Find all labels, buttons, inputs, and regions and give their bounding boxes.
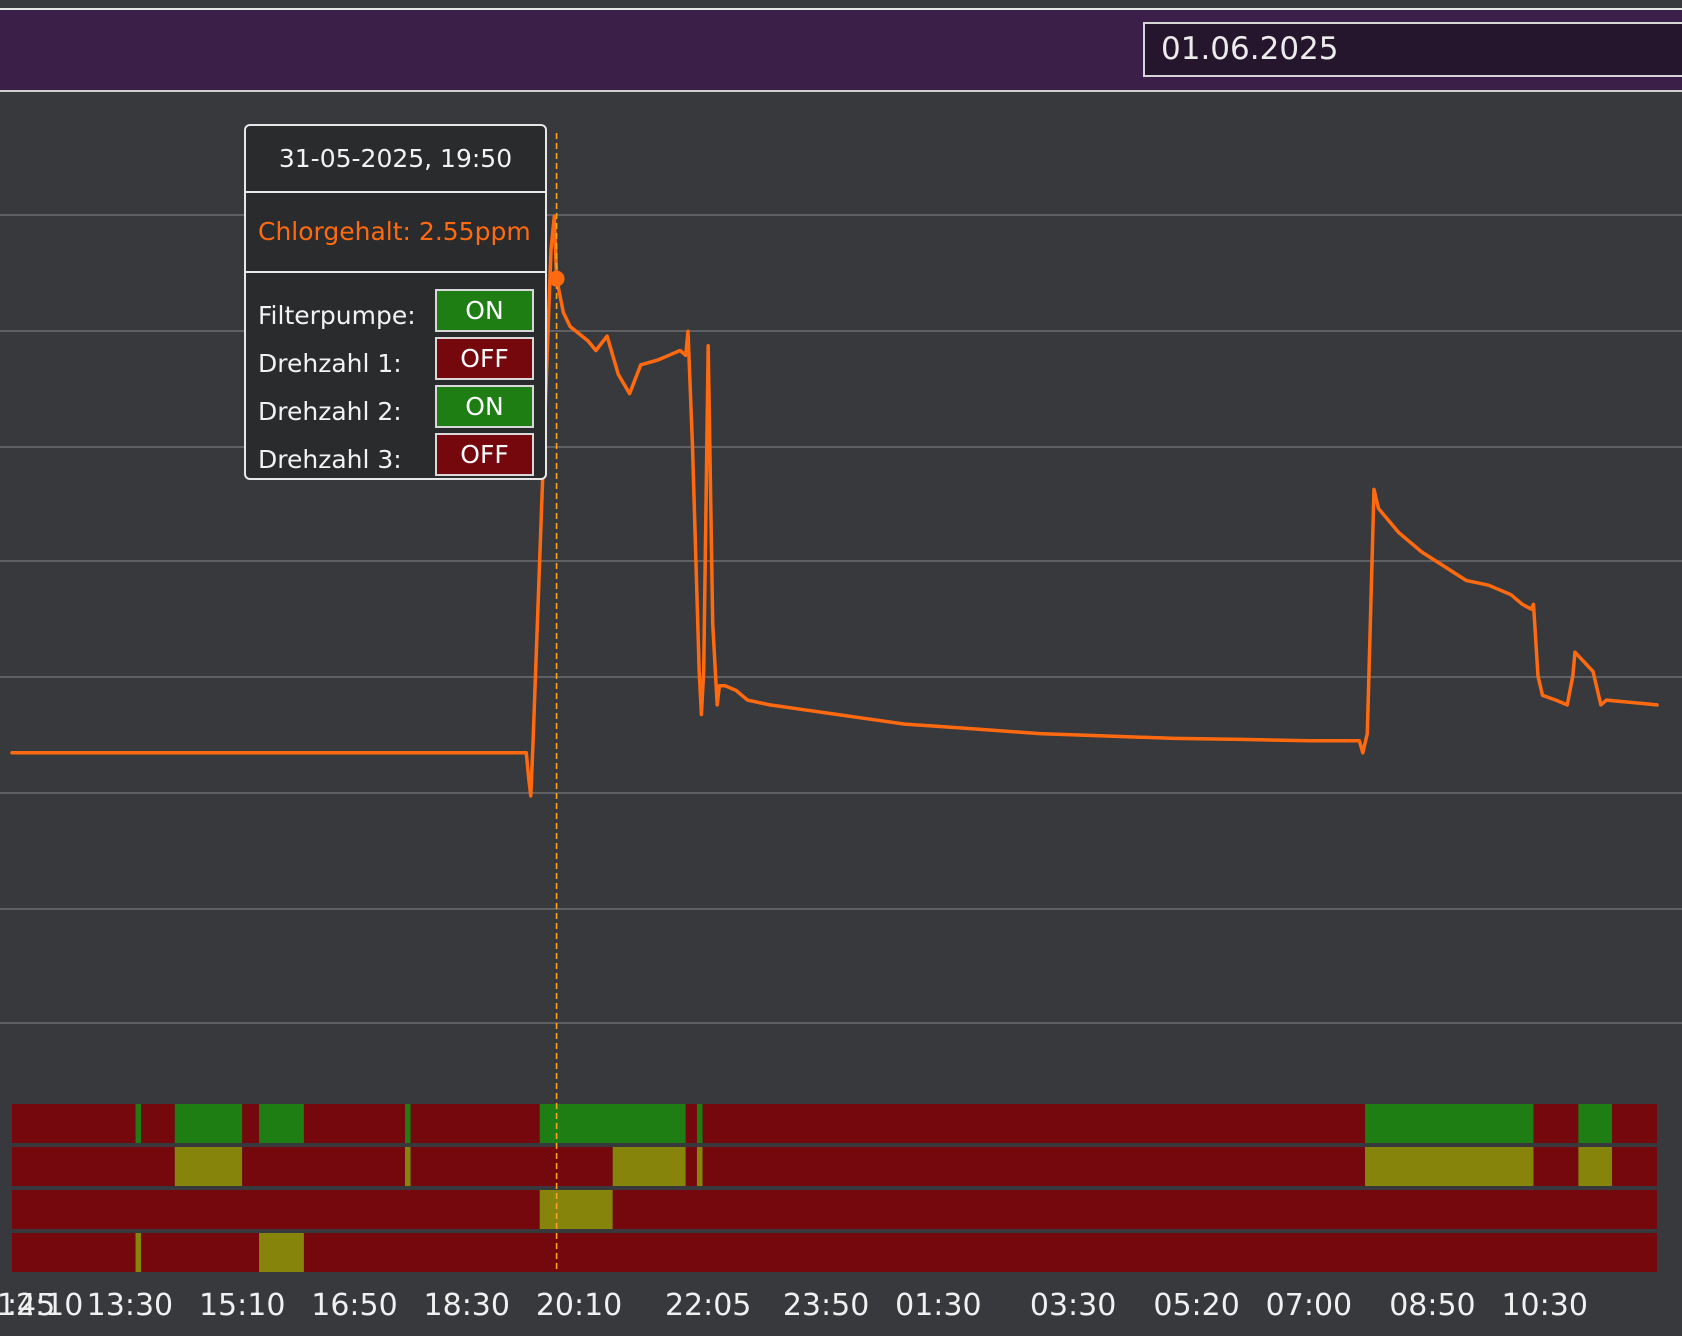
tooltip-row-drehzahl-2: Drehzahl 2: ON xyxy=(246,385,545,433)
band-filterpumpe-segment-9 xyxy=(410,1104,540,1143)
band-drehzahl-1-segment-10 xyxy=(1365,1147,1534,1186)
band-filterpumpe-segment-17 xyxy=(1612,1104,1657,1143)
x-tick-label-7: 22:05 xyxy=(665,1288,751,1323)
band-filterpumpe-segment-10 xyxy=(539,1104,686,1143)
hover-tooltip: 31-05-2025, 19:50 Chlorgehalt: 2.55ppm F… xyxy=(244,124,547,480)
x-tick-label-2: 13:30 xyxy=(87,1288,173,1323)
header-bar: 01.06.2025 xyxy=(0,10,1682,92)
band-filterpumpe-segment-12 xyxy=(696,1104,703,1143)
tooltip-row-drehzahl-1: Drehzahl 1: OFF xyxy=(246,337,545,385)
x-tick-label-4: 16:50 xyxy=(311,1288,397,1323)
tooltip-badge-filterpumpe: ON xyxy=(435,289,534,332)
date-input[interactable]: 01.06.2025 xyxy=(1143,22,1682,77)
band-filterpumpe-segment-4 xyxy=(174,1104,243,1143)
tooltip-badge-drehzahl-1: OFF xyxy=(435,337,534,380)
tooltip-label-filterpumpe: Filterpumpe: xyxy=(258,301,416,330)
band-filterpumpe-segment-7 xyxy=(303,1104,406,1143)
band-filterpumpe-segment-6 xyxy=(259,1104,304,1143)
band-drehzahl-1-segment-1 xyxy=(12,1147,175,1186)
band-drehzahl-1-segment-12 xyxy=(1578,1147,1613,1186)
x-tick-label-10: 03:30 xyxy=(1030,1288,1116,1323)
band-drehzahl-1-segment-9 xyxy=(702,1147,1366,1186)
x-tick-label-9: 01:30 xyxy=(895,1288,981,1323)
tooltip-row-drehzahl-3: Drehzahl 3: OFF xyxy=(246,433,545,478)
band-drehzahl-3-segment-4 xyxy=(259,1233,304,1272)
band-filterpumpe-segment-8 xyxy=(405,1104,411,1143)
x-tick-label-5: 18:30 xyxy=(424,1288,510,1323)
tooltip-label-drehzahl-2: Drehzahl 2: xyxy=(258,397,402,426)
band-filterpumpe-segment-2 xyxy=(135,1104,142,1143)
band-drehzahl-3-segment-1 xyxy=(12,1233,136,1272)
tooltip-value: Chlorgehalt: 2.55ppm xyxy=(246,193,545,273)
band-filterpumpe-segment-14 xyxy=(1365,1104,1534,1143)
band-drehzahl-3-segment-3 xyxy=(141,1233,260,1272)
band-drehzahl-1-segment-2 xyxy=(174,1147,243,1186)
band-drehzahl-1-segment-6 xyxy=(612,1147,686,1186)
tooltip-badge-drehzahl-2: ON xyxy=(435,385,534,428)
x-axis-ticks: 11:4513:3015:1016:5018:3020:1022:0523:50… xyxy=(0,1288,1588,1323)
band-drehzahl-1-segment-8 xyxy=(696,1147,703,1186)
band-filterpumpe-segment-15 xyxy=(1533,1104,1579,1143)
band-drehzahl-1-segment-3 xyxy=(242,1147,406,1186)
x-tick-label-14: 10:30 xyxy=(1501,1288,1587,1323)
band-filterpumpe-segment-16 xyxy=(1578,1104,1613,1143)
x-tick-label-12: 07:00 xyxy=(1266,1288,1352,1323)
band-drehzahl-1-segment-13 xyxy=(1612,1147,1657,1186)
tooltip-label-drehzahl-3: Drehzahl 3: xyxy=(258,445,402,474)
x-tick-label-8: 23:50 xyxy=(783,1288,869,1323)
band-drehzahl-1-segment-4 xyxy=(405,1147,411,1186)
band-filterpumpe-segment-11 xyxy=(685,1104,697,1143)
band-filterpumpe-segment-1 xyxy=(12,1104,136,1143)
band-drehzahl-1-segment-7 xyxy=(685,1147,697,1186)
band-drehzahl-2-segment-2 xyxy=(539,1190,613,1229)
tooltip-states: Filterpumpe: ON Drehzahl 1: OFF Drehzahl… xyxy=(246,273,545,478)
tooltip-label-drehzahl-1: Drehzahl 1: xyxy=(258,349,402,378)
x-tick-label-3: 15:10 xyxy=(199,1288,285,1323)
band-drehzahl-3-segment-2 xyxy=(135,1233,142,1272)
x-tick-label-6: 20:10 xyxy=(536,1288,622,1323)
x-tick-label-11: 05:20 xyxy=(1153,1288,1239,1323)
state-bands xyxy=(12,1104,1657,1272)
band-drehzahl-2-segment-1 xyxy=(12,1190,540,1229)
band-filterpumpe-segment-3 xyxy=(141,1104,175,1143)
tooltip-row-filterpumpe: Filterpumpe: ON xyxy=(246,289,545,337)
band-drehzahl-3-segment-5 xyxy=(303,1233,1657,1272)
band-filterpumpe-segment-5 xyxy=(242,1104,260,1143)
band-drehzahl-2-segment-3 xyxy=(612,1190,1657,1229)
hover-point[interactable] xyxy=(548,270,565,287)
band-drehzahl-1-segment-11 xyxy=(1533,1147,1579,1186)
tooltip-date: 31-05-2025, 19:50 xyxy=(246,126,545,193)
tooltip-badge-drehzahl-3: OFF xyxy=(435,433,534,476)
x-tick-label-13: 08:50 xyxy=(1389,1288,1475,1323)
x-tick-label-15: 12:10 xyxy=(0,1288,83,1323)
band-filterpumpe-segment-13 xyxy=(702,1104,1366,1143)
band-drehzahl-1-segment-5 xyxy=(410,1147,613,1186)
